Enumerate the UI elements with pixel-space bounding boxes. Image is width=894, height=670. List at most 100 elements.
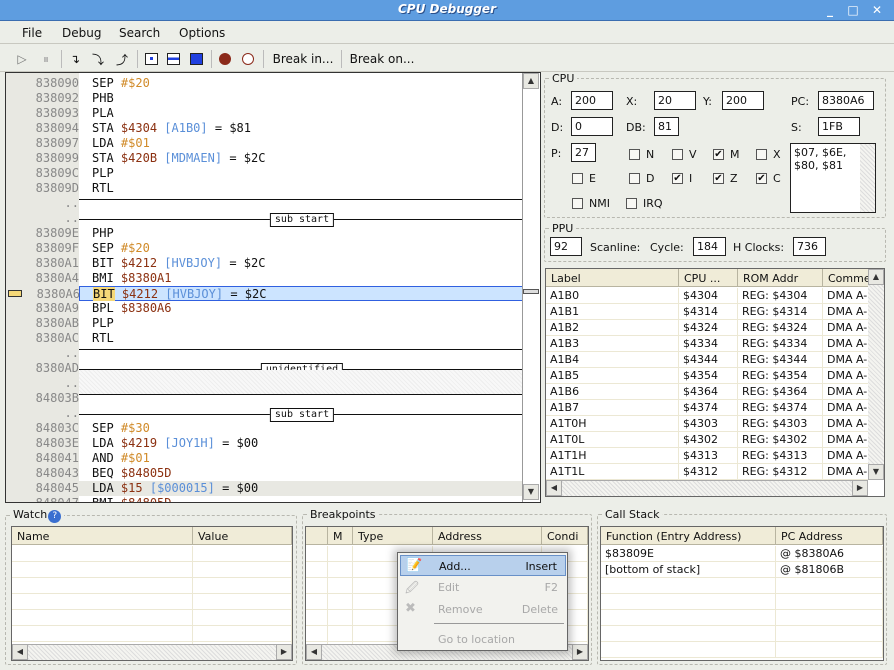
minimize-button[interactable]: _	[822, 3, 838, 17]
menu-debug[interactable]: Debug	[62, 26, 101, 40]
table-cell[interactable]: $4303	[679, 416, 738, 432]
flag-c-checkbox[interactable]: ✔	[756, 173, 767, 184]
step-out-icon[interactable]: ⤴	[113, 49, 131, 69]
code-line[interactable]: 8380A6 BIT $4212 [HVBJOY] = $2C	[37, 286, 524, 301]
table-cell[interactable]	[328, 594, 353, 610]
menu-search[interactable]: Search	[119, 26, 160, 40]
table-cell[interactable]	[328, 578, 353, 594]
column-header[interactable]: Condi	[542, 527, 588, 545]
table-cell[interactable]: $4344	[679, 352, 738, 368]
table-cell[interactable]	[306, 594, 328, 610]
table-cell[interactable]: A1T0L	[546, 432, 679, 448]
table-cell[interactable]: A1T1H	[546, 448, 679, 464]
table-cell[interactable]: [bottom of stack]	[601, 562, 776, 578]
menu-file[interactable]: File	[22, 26, 42, 40]
table-cell[interactable]	[328, 626, 353, 642]
flag-i-checkbox[interactable]: ✔	[672, 173, 683, 184]
table-cell[interactable]	[601, 578, 776, 594]
step-over-icon[interactable]: ⤵	[89, 49, 107, 69]
hclocks-field[interactable]: 736	[793, 237, 826, 256]
register-p-field[interactable]: 27	[571, 143, 596, 162]
context-menu-item-edit[interactable]: 🖉 Edit F2	[400, 577, 566, 598]
column-header[interactable]	[306, 527, 328, 545]
code-line[interactable]: 848043 BEQ $84805D	[6, 466, 524, 481]
table-cell[interactable]: @ $81806B	[776, 562, 883, 578]
code-line[interactable]: 838090 SEP #$20	[6, 76, 524, 91]
cycle-field[interactable]: 184	[693, 237, 726, 256]
flag-x-checkbox[interactable]	[756, 149, 767, 160]
table-cell[interactable]	[306, 626, 328, 642]
code-line[interactable]: 83809D RTL	[6, 181, 524, 196]
table-cell[interactable]	[12, 594, 193, 610]
column-header[interactable]: CPU ...	[679, 269, 738, 287]
scroll-right-icon[interactable]: ▶	[852, 480, 868, 496]
table-cell[interactable]: A1B1	[546, 304, 679, 320]
table-cell[interactable]: $4304	[679, 288, 738, 304]
table-cell[interactable]: REG: $4324	[738, 320, 823, 336]
table-cell[interactable]	[328, 546, 353, 562]
table-cell[interactable]	[12, 546, 193, 562]
stack-view[interactable]: $07, $6E, $80, $81	[790, 143, 876, 213]
table-cell[interactable]: REG: $4364	[738, 384, 823, 400]
scroll-right-icon[interactable]: ▶	[572, 644, 588, 660]
code-line[interactable]: 84803E LDA $4219 [JOY1H] = $00	[6, 436, 524, 451]
scroll-right-icon[interactable]: ▶	[276, 644, 292, 660]
table-cell[interactable]	[601, 594, 776, 610]
step-into-icon[interactable]: ↴	[66, 49, 84, 69]
table-cell[interactable]: $83809E	[601, 546, 776, 562]
register-y-field[interactable]: 200	[722, 91, 764, 110]
table-cell[interactable]	[193, 610, 292, 626]
code-line[interactable]: 848047 BMI $84805D	[6, 496, 524, 502]
break-on-button[interactable]: Break on...	[346, 49, 418, 69]
code-line[interactable]: 8380A1 BIT $4212 [HVBJOY] = $2C	[6, 256, 524, 271]
table-cell[interactable]: $4334	[679, 336, 738, 352]
register-pc-field[interactable]: 8380A6	[818, 91, 874, 110]
labels-table[interactable]: Label CPU ... ROM Addr Comme A1B0 $4304 REG: $…	[545, 268, 885, 497]
toggle-breakpoint-icon[interactable]	[217, 49, 233, 69]
flag-d-checkbox[interactable]	[629, 173, 640, 184]
run-one-scanline-icon[interactable]	[165, 49, 181, 69]
table-cell[interactable]: A1B2	[546, 320, 679, 336]
help-icon[interactable]: ?	[48, 510, 62, 523]
column-header[interactable]: ROM Addr	[738, 269, 823, 287]
table-cell[interactable]: A1B5	[546, 368, 679, 384]
horizontal-scrollbar[interactable]	[546, 480, 868, 496]
register-a-field[interactable]: 200	[571, 91, 613, 110]
context-menu-item-add[interactable]: 📝 Add... Insert	[400, 555, 566, 576]
close-button[interactable]: ✕	[869, 3, 885, 17]
code-line[interactable]: 838097 LDA #$01	[6, 136, 524, 151]
register-s-field[interactable]: 1FB	[818, 117, 860, 136]
table-cell[interactable]: A1B4	[546, 352, 679, 368]
code-line[interactable]: 848045 LDA $15 [$000015] = $00	[36, 481, 524, 496]
table-cell[interactable]: REG: $4312	[738, 464, 823, 480]
table-cell[interactable]: A1T1L	[546, 464, 679, 480]
column-header[interactable]: PC Address	[776, 527, 883, 545]
table-cell[interactable]: $4312	[679, 464, 738, 480]
table-cell[interactable]	[193, 562, 292, 578]
table-cell[interactable]: @ $8380A6	[776, 546, 883, 562]
table-cell[interactable]	[328, 562, 353, 578]
table-cell[interactable]: REG: $4302	[738, 432, 823, 448]
register-db-field[interactable]: 81	[654, 117, 679, 136]
table-cell[interactable]	[776, 610, 883, 626]
table-cell[interactable]	[776, 578, 883, 594]
code-line[interactable]: 8380AB PLP	[6, 316, 524, 331]
table-cell[interactable]	[12, 610, 193, 626]
column-header[interactable]: Address	[433, 527, 542, 545]
table-cell[interactable]: A1B0	[546, 288, 679, 304]
table-cell[interactable]: REG: $4344	[738, 352, 823, 368]
maximize-button[interactable]: □	[845, 3, 861, 17]
play-icon[interactable]: ▷	[13, 49, 31, 69]
table-cell[interactable]: A1T0H	[546, 416, 679, 432]
table-cell[interactable]	[306, 578, 328, 594]
table-cell[interactable]	[193, 594, 292, 610]
table-cell[interactable]: REG: $4354	[738, 368, 823, 384]
run-to-cursor-icon[interactable]	[143, 49, 159, 69]
flag-n-checkbox[interactable]	[629, 149, 640, 160]
table-cell[interactable]	[601, 642, 776, 658]
flag-irq-checkbox[interactable]	[626, 198, 637, 209]
scroll-up-icon[interactable]: ▲	[868, 269, 884, 285]
column-header[interactable]: Value	[193, 527, 292, 545]
scroll-down-icon[interactable]: ▼	[868, 464, 884, 480]
code-line[interactable]: 83809C PLP	[6, 166, 524, 181]
